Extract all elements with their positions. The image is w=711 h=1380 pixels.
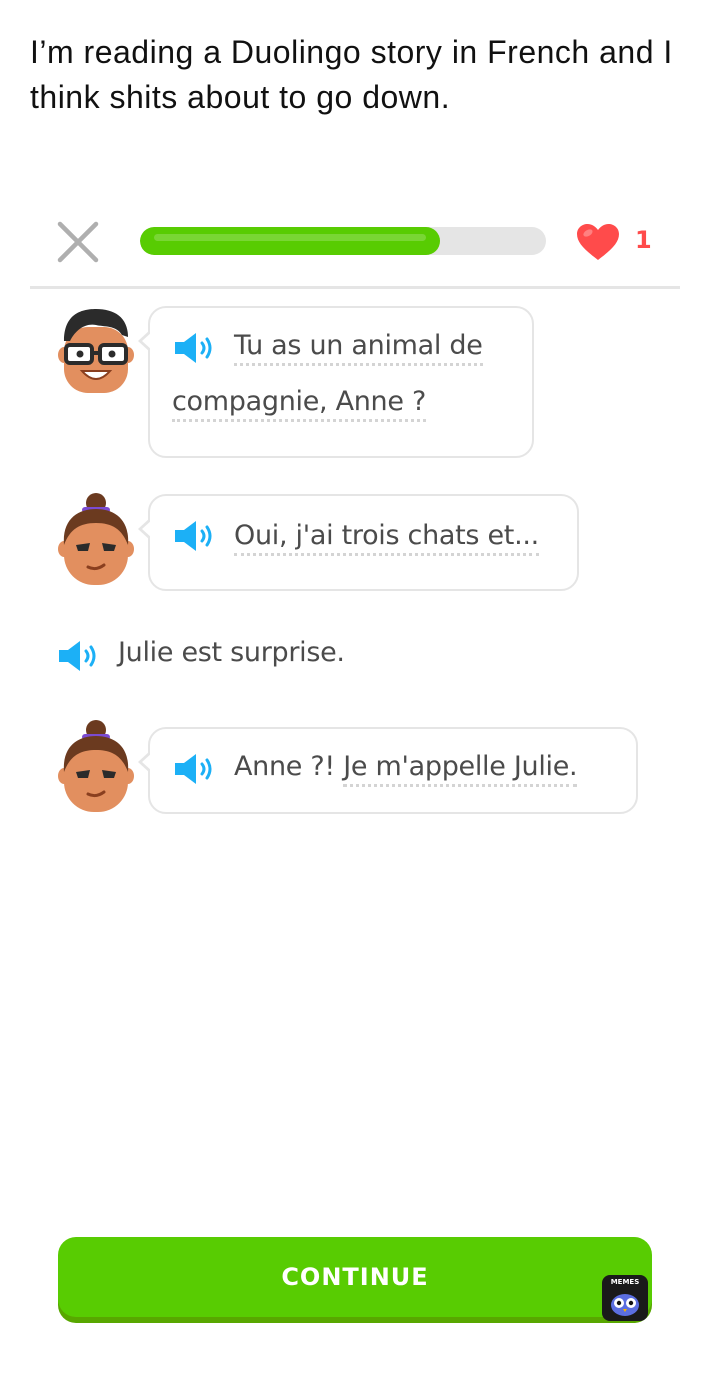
character-icon	[58, 720, 134, 812]
avatar-woman-bun	[56, 493, 136, 589]
header-divider	[30, 286, 680, 289]
progress-bar	[140, 227, 546, 255]
dialogue-line-text-continued[interactable]: compagnie, Anne ?	[172, 386, 426, 422]
close-button[interactable]	[56, 220, 100, 264]
dialogue-hint-text[interactable]: Je m'appelle Julie.	[343, 751, 578, 787]
dialogue-line-text: Anne ?! Je m'appelle Julie.	[234, 751, 578, 787]
narration-text[interactable]: Julie est surprise.	[118, 637, 345, 668]
avatar-woman-bun	[56, 720, 136, 816]
post-caption: I’m reading a Duolingo story in French a…	[30, 34, 673, 115]
character-icon	[58, 309, 134, 393]
speaker-icon[interactable]	[172, 330, 216, 366]
speaker-icon[interactable]	[172, 518, 216, 554]
progress-shine	[154, 234, 427, 241]
character-icon	[58, 493, 134, 585]
dialogue-bubble: Tu as un animal de compagnie, Anne ?	[138, 306, 534, 458]
continue-label: CONTINUE	[281, 1263, 429, 1291]
dialogue-bubble: Anne ?! Je m'appelle Julie.	[138, 727, 638, 814]
hearts-count: 1	[635, 226, 652, 254]
heart-icon	[577, 224, 619, 260]
speaker-icon[interactable]	[172, 751, 216, 787]
dialogue-bubble: Oui, j'ai trois chats et...	[138, 494, 579, 591]
dialogue-line-text[interactable]: Oui, j'ai trois chats et...	[234, 520, 539, 556]
progress-fill	[140, 227, 441, 255]
speaker-icon[interactable]	[56, 638, 100, 674]
avatar-man-glasses	[56, 305, 136, 401]
close-icon	[57, 221, 99, 263]
memes-watermark: MEMES	[602, 1275, 648, 1321]
dialogue-plain-text: Anne ?!	[234, 751, 344, 782]
continue-button[interactable]: CONTINUE	[58, 1237, 652, 1317]
owl-icon	[611, 1294, 639, 1316]
dialogue-line-text[interactable]: Tu as un animal de	[234, 330, 483, 366]
hearts-counter[interactable]: 1	[575, 220, 665, 264]
lesson-header: 1	[30, 210, 680, 290]
watermark-text: MEMES	[610, 1278, 640, 1286]
